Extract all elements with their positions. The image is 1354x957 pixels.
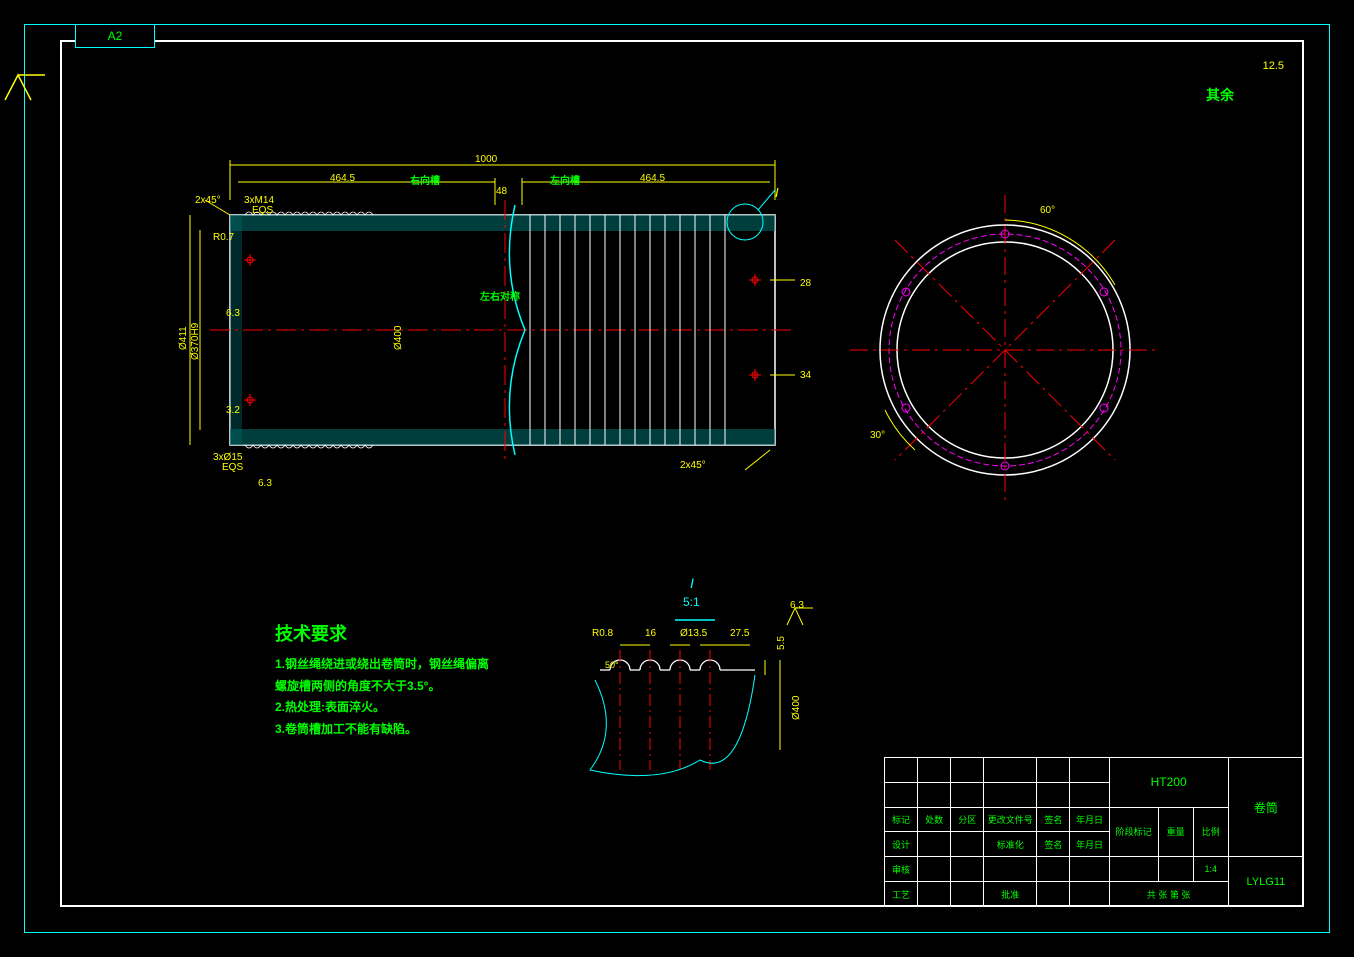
dim-groove-right-len: 464.5 xyxy=(640,173,665,184)
end-view xyxy=(850,195,1160,505)
detail-scale: 5:1 xyxy=(683,595,700,609)
tech-req-1: 1.钢丝绳绕进或绕出卷筒时，钢丝绳偏离螺旋槽两侧的角度不大于3.5°。 xyxy=(275,654,495,697)
title-block: HT200 卷筒 标记 处数 分区 更改文件号 签名 年月日 阶段标记 重量 比… xyxy=(884,757,1304,907)
tb-weight: 重量 xyxy=(1158,807,1193,857)
tb-dwg-no: LYLG11 xyxy=(1228,857,1303,907)
detail-name: I xyxy=(690,575,694,591)
detail-sf-symbol xyxy=(785,605,815,630)
dim-hole-edge1: 28 xyxy=(800,278,811,289)
detail-pitch: 16 xyxy=(645,628,656,639)
dim-dia-outer: Ø411 xyxy=(178,326,189,350)
dim-hole-edge2: 34 xyxy=(800,370,811,381)
tb-scale-lbl: 比例 xyxy=(1193,807,1228,857)
tb-check: 审核 xyxy=(885,857,918,882)
tb-part-name: 卷筒 xyxy=(1228,758,1303,857)
label-symmetry: 左右对称 xyxy=(480,288,520,303)
label-right-groove: 右向槽 xyxy=(410,172,440,187)
dim-hole-top-eqs: EQS xyxy=(252,205,273,216)
tb-process: 工艺 xyxy=(885,882,918,907)
dim-dia-groove: Ø400 xyxy=(393,326,404,350)
tb-scale-val: 1:4 xyxy=(1193,857,1228,882)
tb-count: 处数 xyxy=(918,807,951,832)
tech-req-3: 3.卷筒槽加工不能有缺陷。 xyxy=(275,719,495,741)
tb-stage: 阶段标记 xyxy=(1109,807,1158,857)
tb-design: 设计 xyxy=(885,832,918,857)
tech-req-2: 2.热处理:表面淬火。 xyxy=(275,697,495,719)
tb-mark: 标记 xyxy=(885,807,918,832)
dim-groove-left-len: 464.5 xyxy=(330,173,355,184)
dim-dia-inner: Ø370H9 xyxy=(190,323,201,360)
surface-general-value: 12.5 xyxy=(1263,60,1284,72)
dim-radius-small: R0.7 xyxy=(213,232,234,243)
detail-depth: 5.5 xyxy=(776,636,787,650)
detail-radius: R0.8 xyxy=(592,628,613,639)
format-label: A2 xyxy=(75,24,155,48)
tb-date: 年月日 xyxy=(1070,807,1109,832)
label-left-groove: 左向槽 xyxy=(550,172,580,187)
tech-req-header: 技术要求 xyxy=(275,620,495,646)
tb-sign: 签名 xyxy=(1037,807,1070,832)
detail-relief-angle: 50° xyxy=(605,660,619,670)
finish-32: 3.2 xyxy=(226,405,240,416)
finish-63-left: 6.3 xyxy=(226,308,240,319)
detail-groove-dia: Ø13.5 xyxy=(680,628,707,639)
drawing-sheet: A2 其余 12.5 xyxy=(0,0,1354,957)
detail-width: 27.5 xyxy=(730,628,749,639)
surface-finish-symbol xyxy=(0,70,50,110)
angle-60: 60° xyxy=(1040,205,1055,216)
tb-sheet: 共 张 第 张 xyxy=(1109,882,1228,907)
dim-total-length: 1000 xyxy=(475,154,497,165)
tb-sign2: 签名 xyxy=(1037,832,1070,857)
tb-std: 标准化 xyxy=(984,832,1037,857)
tb-zone: 分区 xyxy=(951,807,984,832)
detail-callout-name: I xyxy=(775,185,779,200)
tb-file: 更改文件号 xyxy=(984,807,1037,832)
tb-date2: 年月日 xyxy=(1070,832,1109,857)
technical-requirements: 技术要求 1.钢丝绳绕进或绕出卷筒时，钢丝绳偏离螺旋槽两侧的角度不大于3.5°。… xyxy=(275,620,495,740)
angle-30: 30° xyxy=(870,430,885,441)
dim-mid-gap: 48 xyxy=(496,186,507,197)
dim-hole-bot-eqs: EQS xyxy=(222,462,243,473)
dim-chamfer-left: 2x45° xyxy=(195,195,221,206)
tb-approve: 批准 xyxy=(984,882,1037,907)
tb-material: HT200 xyxy=(1109,758,1228,808)
detail-ref-dia: Ø400 xyxy=(791,696,802,720)
dim-chamfer-right: 2x45° xyxy=(680,460,706,471)
surface-general-label: 其余 xyxy=(1206,85,1234,105)
front-view xyxy=(200,150,800,500)
finish-63-bot: 6.3 xyxy=(258,478,272,489)
